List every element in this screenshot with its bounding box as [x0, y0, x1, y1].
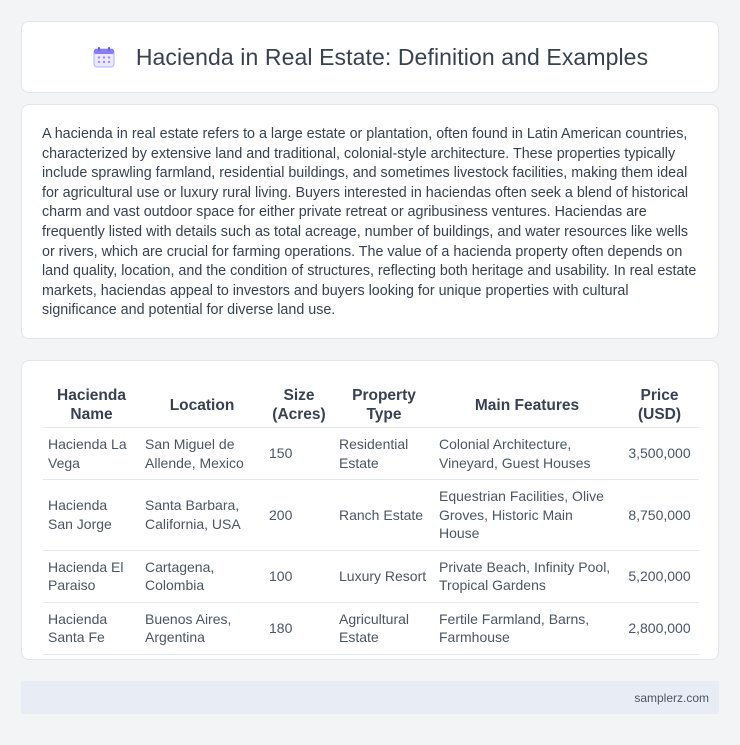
cell-name: Hacienda El Paraiso — [43, 550, 140, 603]
cell-features: Colonial Architecture, Vineyard, Guest H… — [434, 427, 620, 480]
table-header-row: Hacienda Name Location Size (Acres) Prop… — [43, 381, 699, 428]
table-row: Hacienda San Jorge Santa Barbara, Califo… — [43, 479, 699, 551]
table-row: Hacienda La Vega San Miguel de Allende, … — [43, 427, 699, 480]
cell-features: Equestrian Facilities, Olive Groves, His… — [434, 479, 620, 551]
cell-location: Buenos Aires, Argentina — [140, 602, 264, 655]
cell-location: Cartagena, Colombia — [140, 550, 264, 603]
column-header-location: Location — [140, 381, 264, 428]
cell-location: San Miguel de Allende, Mexico — [140, 427, 264, 480]
cell-size: 180 — [264, 602, 334, 655]
footer-bar: samplerz.com — [21, 681, 719, 714]
cell-name: Hacienda La Vega — [43, 427, 140, 480]
cell-size: 200 — [264, 479, 334, 551]
cell-price: 3,500,000 — [620, 427, 699, 480]
column-header-size: Size (Acres) — [264, 381, 334, 428]
title-wrap: Hacienda in Real Estate: Definition and … — [92, 44, 648, 71]
column-header-price: Price (USD) — [620, 381, 699, 428]
cell-price: 2,800,000 — [620, 602, 699, 655]
column-header-type: Property Type — [334, 381, 434, 428]
cell-features: Fertile Farmland, Barns, Farmhouse — [434, 602, 620, 655]
cell-features: Private Beach, Infinity Pool, Tropical G… — [434, 550, 620, 603]
hacienda-table: Hacienda Name Location Size (Acres) Prop… — [43, 381, 699, 655]
cell-size: 150 — [264, 427, 334, 480]
header-card: Hacienda in Real Estate: Definition and … — [21, 21, 719, 93]
table-card: Hacienda Name Location Size (Acres) Prop… — [21, 360, 719, 660]
cell-name: Hacienda San Jorge — [43, 479, 140, 551]
footer-site-link[interactable]: samplerz.com — [634, 691, 709, 705]
cell-type: Residential Estate — [334, 427, 434, 480]
cell-type: Luxury Resort — [334, 550, 434, 603]
cell-price: 5,200,000 — [620, 550, 699, 603]
page-title: Hacienda in Real Estate: Definition and … — [135, 43, 649, 70]
description-card: A hacienda in real estate refers to a la… — [21, 104, 719, 339]
description-text: A hacienda in real estate refers to a la… — [42, 126, 697, 319]
calendar-icon — [92, 45, 116, 69]
cell-name: Hacienda Santa Fe — [43, 602, 140, 655]
column-header-features: Main Features — [434, 381, 620, 428]
cell-type: Ranch Estate — [334, 479, 434, 551]
cell-price: 8,750,000 — [620, 479, 699, 551]
cell-type: Agricultural Estate — [334, 602, 434, 655]
cell-location: Santa Barbara, California, USA — [140, 479, 264, 551]
table-row: Hacienda El Paraiso Cartagena, Colombia … — [43, 550, 699, 603]
table-row: Hacienda Santa Fe Buenos Aires, Argentin… — [43, 602, 699, 655]
cell-size: 100 — [264, 550, 334, 603]
column-header-name: Hacienda Name — [43, 381, 140, 428]
